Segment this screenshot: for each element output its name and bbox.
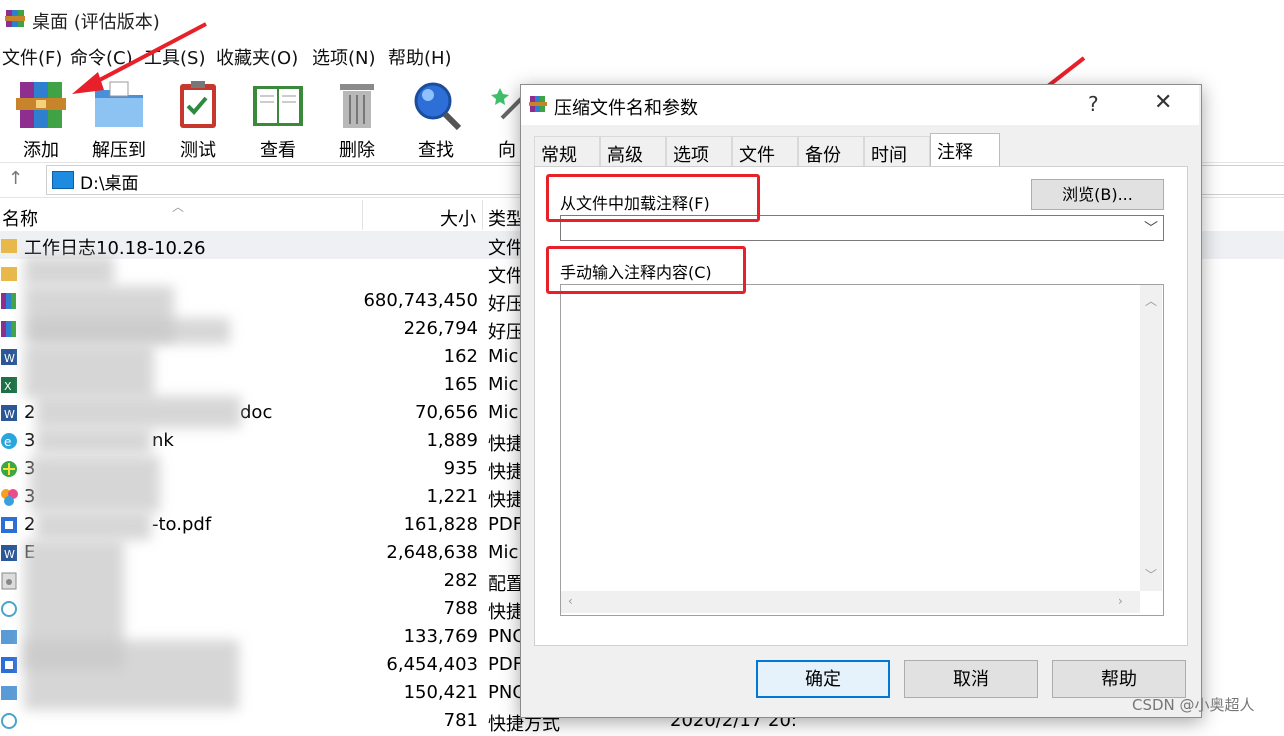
scroll-down-icon[interactable]: ﹀: [1145, 566, 1157, 583]
browse-button[interactable]: 浏览(B)...: [1031, 179, 1164, 210]
help-button[interactable]: 帮助: [1052, 660, 1186, 698]
tab-time[interactable]: 时间: [864, 136, 930, 166]
ok-button[interactable]: 确定: [756, 660, 890, 698]
tab-general[interactable]: 常规: [534, 136, 600, 166]
cancel-button[interactable]: 取消: [904, 660, 1038, 698]
comment-textarea[interactable]: [560, 284, 1164, 616]
horizontal-scrollbar[interactable]: [561, 591, 1140, 613]
watermark: CSDN @小奥超人: [1132, 696, 1255, 714]
scroll-left-icon[interactable]: ‹: [568, 594, 573, 608]
chevron-down-icon[interactable]: ﹀: [1144, 218, 1158, 238]
tab-comment[interactable]: 注释: [930, 133, 1000, 167]
close-icon[interactable]: ✕: [1154, 90, 1172, 115]
tab-advanced[interactable]: 高级: [600, 136, 666, 166]
annotation-box-load: [546, 174, 760, 222]
scroll-up-icon[interactable]: ︿: [1145, 292, 1157, 309]
tab-backup[interactable]: 备份: [798, 136, 864, 166]
tab-files[interactable]: 文件: [732, 136, 798, 166]
help-question-icon[interactable]: ?: [1088, 92, 1099, 116]
winrar-dialog-icon: [528, 94, 548, 114]
annotation-box-manual: [546, 246, 746, 294]
vertical-scrollbar[interactable]: [1140, 285, 1162, 591]
dialog-title: 压缩文件名和参数: [554, 98, 698, 119]
tab-options[interactable]: 选项: [666, 136, 732, 166]
scroll-right-icon[interactable]: ›: [1118, 594, 1123, 608]
